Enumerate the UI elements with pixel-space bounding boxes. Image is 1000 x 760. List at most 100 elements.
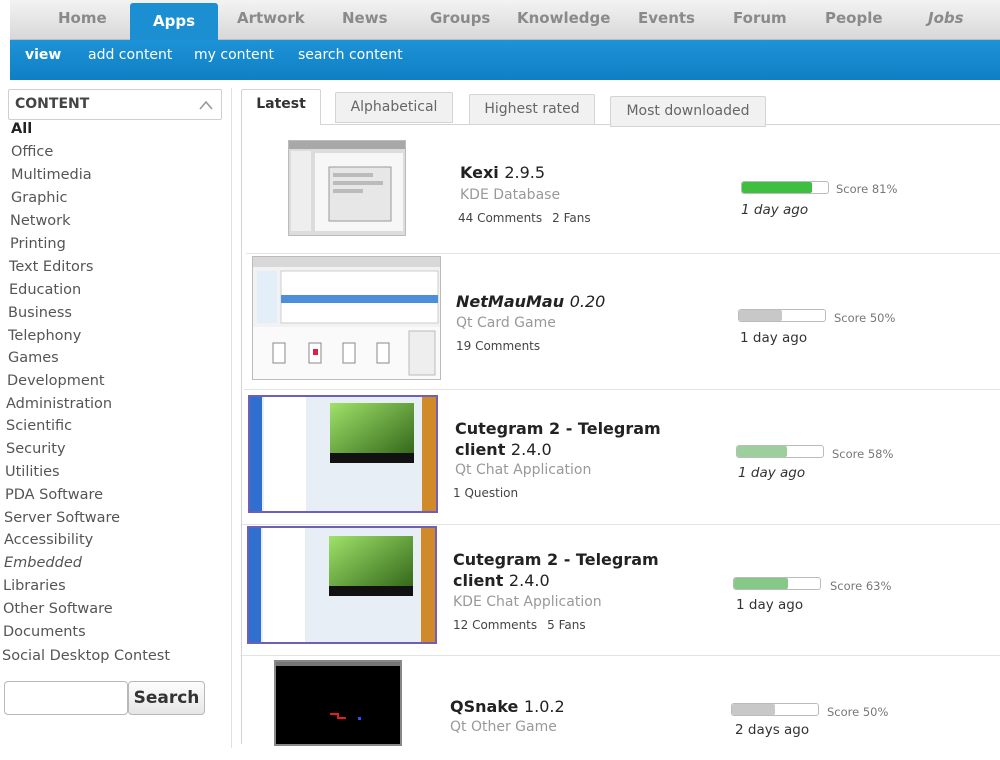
category-social-desktop-contest[interactable]: Social Desktop Contest <box>2 648 170 664</box>
nav-tab-events[interactable]: Events <box>638 9 695 27</box>
screenshot-image <box>249 528 435 642</box>
item-title[interactable]: Cutegram 2 - Telegram client 2.4.0 <box>453 549 693 591</box>
questions-count[interactable]: 1 Question <box>453 486 518 500</box>
item-thumbnail[interactable] <box>288 140 406 236</box>
subnav-my-content[interactable]: my content <box>194 47 274 63</box>
nav-tab-jobs[interactable]: Jobs <box>928 9 964 27</box>
content-category-header[interactable]: CONTENT <box>8 89 222 120</box>
main-nav: Home Apps Artwork News Groups Knowledge … <box>10 0 1000 40</box>
category-scientific[interactable]: Scientific <box>6 418 72 434</box>
screenshot-image <box>253 257 440 379</box>
search-input[interactable] <box>4 681 128 715</box>
item-title[interactable]: NetMauMau 0.20 <box>456 291 716 312</box>
comments-count[interactable]: 12 Comments <box>453 618 537 632</box>
subnav-add-content[interactable]: add content <box>88 47 172 63</box>
content-header-label: CONTENT <box>15 96 90 112</box>
item-title[interactable]: Cutegram 2 - Telegram client 2.4.0 <box>455 418 695 460</box>
category-security[interactable]: Security <box>6 441 66 457</box>
nav-tab-groups[interactable]: Groups <box>430 9 490 27</box>
item-subtitle: Qt Chat Application <box>455 462 592 478</box>
collapse-up-icon[interactable] <box>198 99 214 111</box>
nav-tab-news[interactable]: News <box>342 9 388 27</box>
score-fill <box>742 182 812 193</box>
item-meta: 44 Comments 2 Fans <box>458 211 591 225</box>
tab-most-downloaded[interactable]: Most downloaded <box>610 96 766 127</box>
item-name[interactable]: QSnake <box>450 697 518 716</box>
category-administration[interactable]: Administration <box>6 396 112 412</box>
nav-tab-knowledge[interactable]: Knowledge <box>517 9 610 27</box>
item-name[interactable]: Cutegram 2 - Telegram client <box>455 419 661 459</box>
subnav-view[interactable]: view <box>25 47 61 63</box>
item-meta: 19 Comments <box>456 339 540 353</box>
item-title[interactable]: QSnake 1.0.2 <box>450 696 690 717</box>
screenshot-image <box>276 662 400 744</box>
category-games[interactable]: Games <box>8 350 59 366</box>
search-button[interactable]: Search <box>128 681 205 715</box>
content-panel-border <box>241 124 242 744</box>
tab-alphabetical[interactable]: Alphabetical <box>335 92 453 123</box>
nav-tab-forum[interactable]: Forum <box>733 9 787 27</box>
nav-tab-home[interactable]: Home <box>58 9 107 27</box>
category-office[interactable]: Office <box>11 144 53 160</box>
item-subtitle: KDE Database <box>460 187 561 203</box>
category-graphic[interactable]: Graphic <box>11 190 67 206</box>
category-utilities[interactable]: Utilities <box>5 464 60 480</box>
item-thumbnail[interactable] <box>247 526 437 644</box>
category-multimedia[interactable]: Multimedia <box>11 167 92 183</box>
category-business[interactable]: Business <box>8 305 72 321</box>
item-version: 2.4.0 <box>508 571 550 590</box>
item-subtitle: Qt Card Game <box>456 315 556 331</box>
category-education[interactable]: Education <box>9 282 81 298</box>
fans-count[interactable]: 2 Fans <box>552 211 590 225</box>
screenshot-image <box>250 397 436 511</box>
sidebar-divider <box>231 88 232 748</box>
subnav-search-content[interactable]: search content <box>298 47 403 63</box>
item-meta: 12 Comments 5 Fans <box>453 618 586 632</box>
tab-highest-rated[interactable]: Highest rated <box>469 94 595 125</box>
item-name[interactable]: Kexi <box>460 163 499 182</box>
category-network[interactable]: Network <box>10 213 71 229</box>
item-title[interactable]: Kexi 2.9.5 <box>460 162 720 183</box>
item-name[interactable]: NetMauMau <box>456 292 564 311</box>
row-separator <box>240 655 1000 656</box>
score-label: Score 50% <box>834 311 896 325</box>
category-other-software[interactable]: Other Software <box>3 601 113 617</box>
item-date: 1 day ago <box>741 202 809 218</box>
row-separator <box>242 524 1000 525</box>
nav-tab-apps[interactable]: Apps <box>130 3 218 40</box>
fans-count[interactable]: 5 Fans <box>547 618 585 632</box>
nav-tab-artwork[interactable]: Artwork <box>237 9 305 27</box>
category-server-software[interactable]: Server Software <box>4 510 120 526</box>
category-development[interactable]: Development <box>7 373 105 389</box>
item-thumbnail[interactable] <box>248 395 438 513</box>
score-label: Score 50% <box>827 705 889 719</box>
item-name[interactable]: Cutegram 2 - Telegram client <box>453 550 659 590</box>
item-version: 2.9.5 <box>504 163 546 182</box>
category-text-editors[interactable]: Text Editors <box>9 259 93 275</box>
score-bar <box>731 703 819 716</box>
item-thumbnail[interactable] <box>274 660 402 746</box>
score-fill <box>739 310 782 321</box>
score-label: Score 58% <box>832 447 894 461</box>
item-date: 1 day ago <box>736 597 804 613</box>
score-label: Score 81% <box>836 182 898 196</box>
item-date: 2 days ago <box>735 722 810 738</box>
category-telephony[interactable]: Telephony <box>8 328 81 344</box>
score-fill <box>737 446 787 457</box>
score-label: Score 63% <box>830 579 892 593</box>
category-accessibility[interactable]: Accessibility <box>4 532 93 548</box>
tab-latest[interactable]: Latest <box>241 89 321 125</box>
category-all[interactable]: All <box>11 121 32 137</box>
comments-count[interactable]: 44 Comments <box>458 211 542 225</box>
comments-count[interactable]: 19 Comments <box>456 339 540 353</box>
category-pda-software[interactable]: PDA Software <box>5 487 103 503</box>
score-bar <box>733 577 821 590</box>
category-libraries[interactable]: Libraries <box>3 578 66 594</box>
category-embedded[interactable]: Embedded <box>4 555 82 571</box>
row-separator <box>246 253 1000 254</box>
item-thumbnail[interactable] <box>252 256 441 380</box>
score-fill <box>734 578 789 589</box>
nav-tab-people[interactable]: People <box>825 9 883 27</box>
category-documents[interactable]: Documents <box>3 624 86 640</box>
category-printing[interactable]: Printing <box>10 236 66 252</box>
